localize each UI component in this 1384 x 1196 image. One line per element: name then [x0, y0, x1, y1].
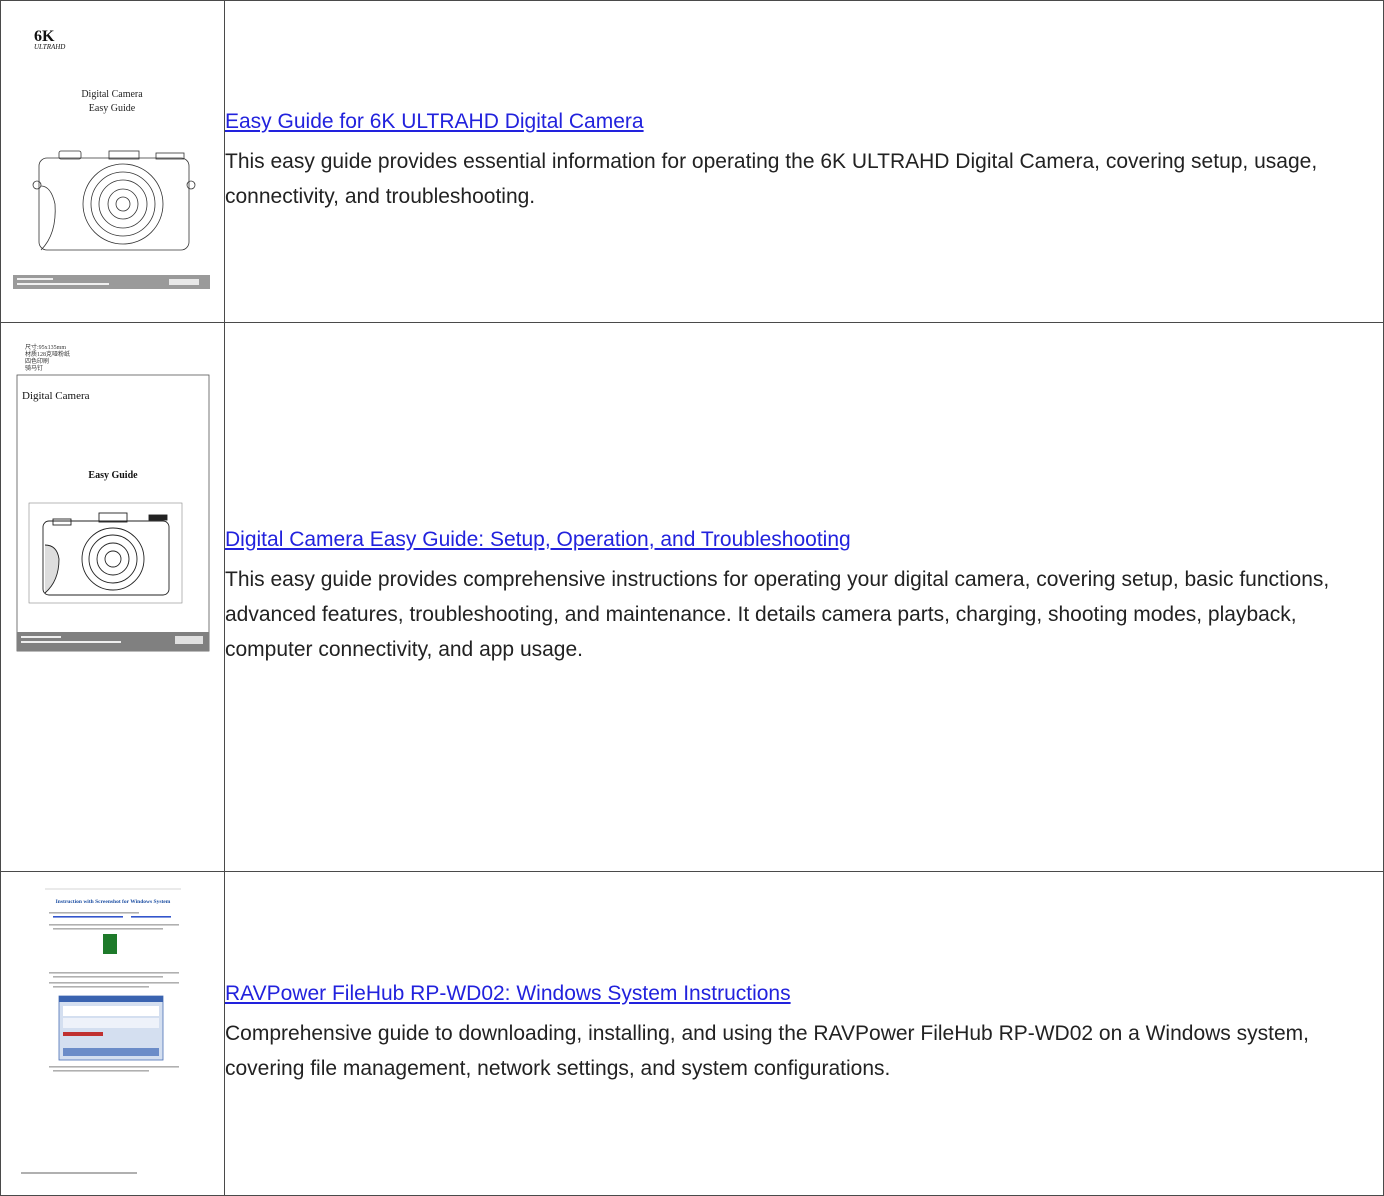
result-info: RAVPower FileHub RP-WD02: Windows System… [224, 871, 1384, 1196]
result-info: Easy Guide for 6K ULTRAHD Digital Camera… [224, 0, 1384, 323]
spec-line: 材质128克哑粉纸 [25, 350, 70, 358]
cover-heading-line2: Easy Guide [89, 103, 136, 114]
result-thumbnail[interactable]: Instruction with Screenshot for Windows … [0, 871, 225, 1196]
result-description: Comprehensive guide to downloading, inst… [225, 1021, 1309, 1080]
result-row: 6K ULTRAHD Digital Camera Easy Guide Eas… [0, 0, 1384, 323]
result-description: This easy guide provides comprehensive i… [225, 567, 1330, 661]
app-screenshot [58, 995, 164, 1061]
result-title-link[interactable]: Digital Camera Easy Guide: Setup, Operat… [225, 528, 851, 552]
manual-cover-thumbnail: 尺寸:95x135mm 材质128克哑粉纸 四色印刷 骑马钉 Digital C… [1, 323, 223, 866]
result-info: Digital Camera Easy Guide: Setup, Operat… [224, 322, 1384, 872]
manual-cover-thumbnail: 6K ULTRAHD Digital Camera Easy Guide [1, 1, 223, 317]
page-heading: Instruction with Screenshot for Windows … [56, 899, 171, 905]
result-row: Instruction with Screenshot for Windows … [0, 871, 1384, 1196]
page-footer-fineprint [21, 1172, 137, 1174]
app-icon [103, 934, 117, 954]
spec-line: 骑马钉 [25, 364, 43, 372]
cover-heading: Digital Camera [22, 390, 90, 402]
results-table: 6K ULTRAHD Digital Camera Easy Guide Eas… [0, 0, 1384, 1196]
result-description: This easy guide provides essential infor… [225, 149, 1318, 208]
logo-sub: ULTRAHD [34, 43, 65, 51]
spec-line: 四色印刷 [25, 357, 49, 365]
manual-page-thumbnail: Instruction with Screenshot for Windows … [1, 872, 223, 1190]
spec-line: 尺寸:95x135mm [25, 343, 66, 351]
cover-heading-line1: Digital Camera [81, 89, 143, 100]
result-title-link[interactable]: Easy Guide for 6K ULTRAHD Digital Camera [225, 110, 644, 134]
result-thumbnail[interactable]: 尺寸:95x135mm 材质128克哑粉纸 四色印刷 骑马钉 Digital C… [0, 322, 225, 872]
cover-subheading: Easy Guide [88, 470, 138, 481]
result-title-link[interactable]: RAVPower FileHub RP-WD02: Windows System… [225, 982, 791, 1006]
result-row: 尺寸:95x135mm 材质128克哑粉纸 四色印刷 骑马钉 Digital C… [0, 322, 1384, 872]
result-thumbnail[interactable]: 6K ULTRAHD Digital Camera Easy Guide [0, 0, 225, 323]
